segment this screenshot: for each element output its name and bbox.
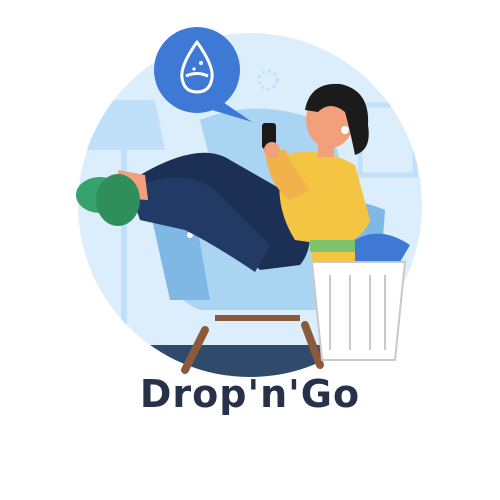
brand-name: Drop'n'Go <box>139 372 361 416</box>
illustration <box>76 27 422 377</box>
slipper-right <box>96 174 140 226</box>
laundry-basket <box>310 233 410 361</box>
